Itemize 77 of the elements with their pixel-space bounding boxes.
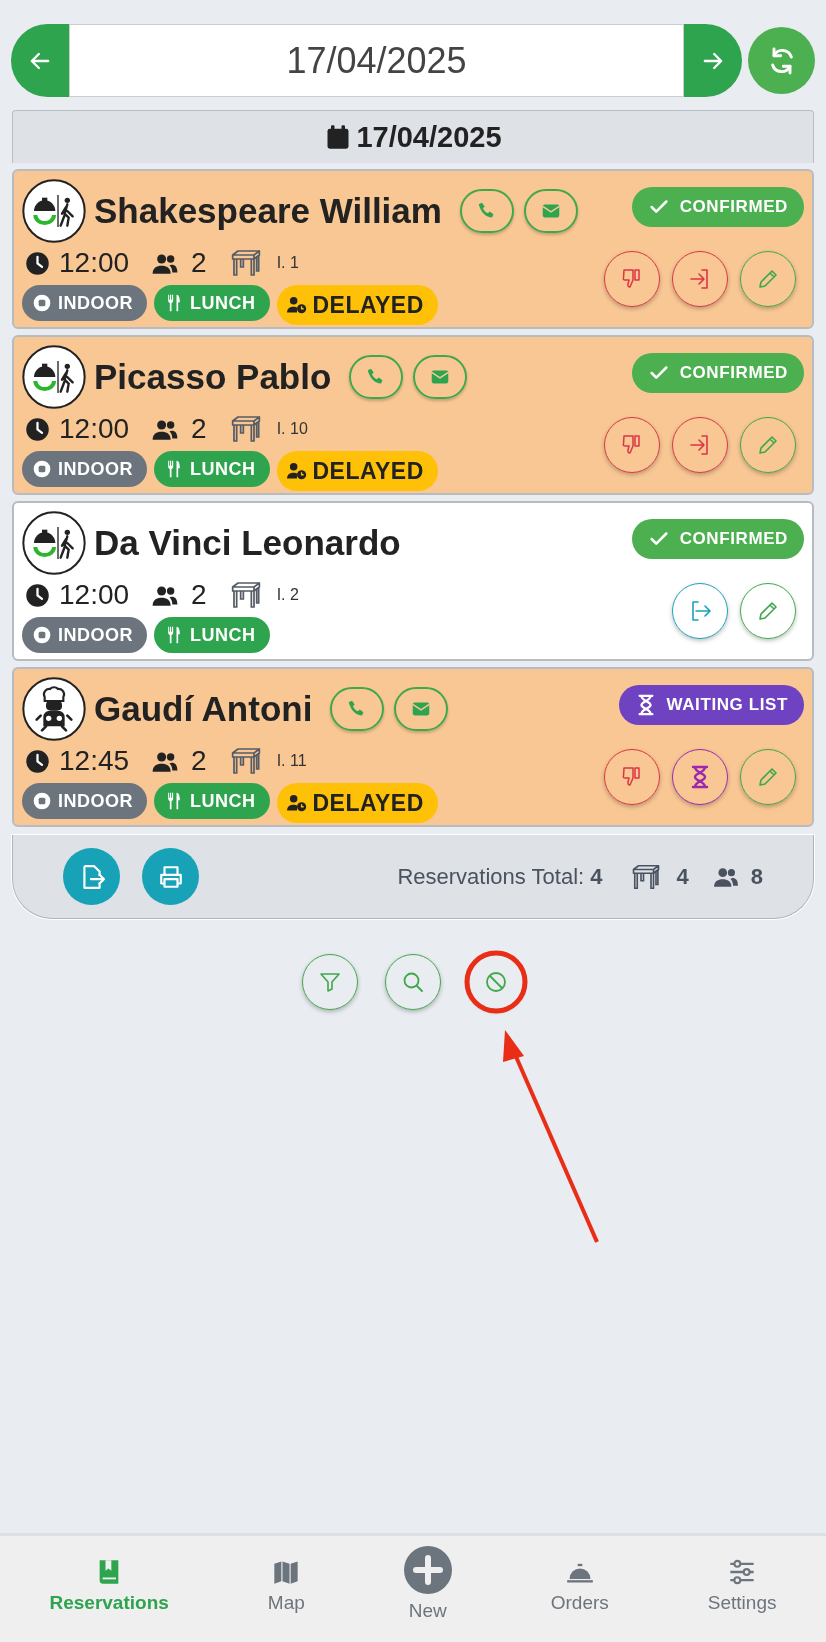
table-number: I. 1: [276, 254, 299, 272]
area-tag: INDOOR: [22, 285, 147, 321]
export-button[interactable]: [63, 848, 120, 905]
call-button[interactable]: [349, 355, 404, 399]
area-tag: INDOOR: [22, 783, 147, 819]
table-total: 4: [676, 863, 689, 890]
status-badge: CONFIRMED: [631, 353, 804, 393]
user-clock-icon: [286, 461, 307, 481]
user-clock-icon: [286, 793, 307, 813]
meal-tag: LUNCH: [154, 617, 270, 653]
guest-count: 2: [191, 413, 207, 445]
ban-icon: [484, 970, 508, 994]
meal-tag: LUNCH: [154, 285, 270, 321]
call-button[interactable]: [459, 189, 514, 233]
guest-name: Gaudí Antoni: [94, 689, 313, 729]
user-clock-icon: [286, 295, 307, 315]
stop-icon: [32, 625, 52, 645]
status-badge: WAITING LIST: [618, 685, 804, 725]
reservations-total: Reservations Total: 4: [397, 863, 603, 890]
guest-name: Picasso Pablo: [94, 357, 332, 397]
table-number: I. 2: [276, 586, 299, 604]
stop-icon: [32, 791, 52, 811]
pencil-icon: [756, 433, 780, 457]
cloche-walker-icon: [22, 179, 86, 243]
meal-tag: LUNCH: [154, 451, 270, 487]
search-icon: [401, 970, 425, 994]
stop-icon: [32, 459, 52, 479]
area-tag: INDOOR: [22, 617, 147, 653]
nav-tab[interactable]: Reservations: [45, 1536, 173, 1614]
nav-tab[interactable]: Settings: [703, 1536, 781, 1614]
status-badge: CONFIRMED: [631, 187, 804, 227]
reservation-time: 12:00: [59, 247, 130, 279]
email-button[interactable]: [413, 355, 468, 399]
clock-icon: [24, 249, 51, 277]
pencil-icon: [756, 267, 780, 291]
clock-icon: [24, 747, 51, 775]
filter-icon: [318, 970, 342, 994]
previous-day-button[interactable]: [11, 24, 69, 97]
cloche-walker-icon: [22, 511, 86, 575]
nav-tab[interactable]: Map: [263, 1536, 309, 1614]
meal-tag: LUNCH: [154, 783, 270, 819]
call-button[interactable]: [330, 687, 385, 731]
guest-count: 2: [191, 247, 207, 279]
reservation-time: 12:00: [59, 413, 130, 445]
reservation-time: 12:00: [59, 579, 130, 611]
date-field[interactable]: 17/04/2025: [69, 24, 684, 97]
email-button[interactable]: [523, 189, 578, 233]
guest-count: 2: [191, 745, 207, 777]
next-day-button[interactable]: [684, 24, 742, 97]
highlight-circle: [464, 950, 528, 1014]
sliders-icon: [728, 1558, 757, 1586]
area-tag: INDOOR: [22, 451, 147, 487]
plus-icon: [403, 1546, 452, 1594]
pencil-icon: [756, 765, 780, 789]
delayed-tag: DELAYED: [276, 451, 438, 491]
guest-count: 2: [191, 579, 207, 611]
printer-icon: [157, 863, 184, 890]
day-header-date: 17/04/2025: [356, 120, 502, 154]
reservation-time: 12:45: [59, 745, 130, 777]
clock-icon: [24, 415, 51, 443]
guest-name: Shakespeare William: [94, 191, 442, 231]
nav-tab[interactable]: New: [399, 1536, 456, 1622]
email-button[interactable]: [394, 687, 449, 731]
guest-total: 8: [750, 863, 763, 890]
chef-icon: [22, 677, 86, 741]
print-button[interactable]: [142, 848, 199, 905]
nav-tab[interactable]: Orders: [546, 1536, 613, 1614]
table-number: I. 11: [276, 752, 307, 770]
pencil-icon: [756, 599, 780, 623]
delayed-tag: DELAYED: [276, 783, 438, 823]
clock-icon: [24, 581, 51, 609]
cloche-walker-icon: [22, 345, 86, 409]
delayed-tag: DELAYED: [276, 285, 438, 325]
status-badge: CONFIRMED: [631, 519, 804, 559]
table-number: I. 10: [276, 420, 308, 438]
guest-name: Da Vinci Leonardo: [94, 523, 401, 563]
stop-icon: [32, 293, 52, 313]
